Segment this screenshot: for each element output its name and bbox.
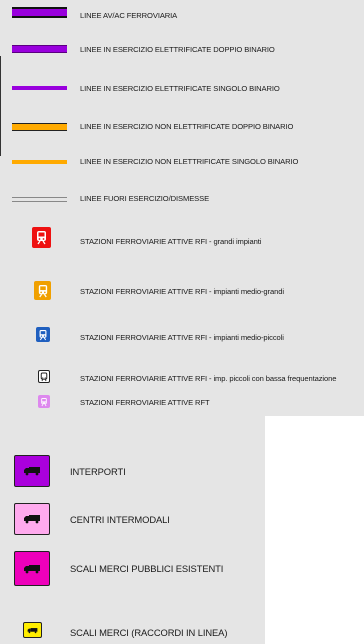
electrified-single-track-symbol — [12, 86, 67, 90]
legend-label-station-large: STAZIONI FERROVIARIE ATTIVE RFI - grandi… — [80, 237, 262, 246]
panel-edge-rule — [0, 56, 1, 156]
legend-label-station-rft: STAZIONI FERROVIARIE ATTIVE RFT — [80, 398, 210, 407]
legend-label-electrified-single: LINEE IN ESERCIZIO ELETTRIFICATE SINGOLO… — [80, 84, 280, 93]
legend-label-high-speed: LINEE AV/AC FERROVIARIA — [80, 11, 178, 20]
legend-label-station-medium-large: STAZIONI FERROVIARIE ATTIVE RFI - impian… — [80, 287, 284, 296]
truck-interport-icon — [14, 455, 50, 487]
disused-line-symbol — [12, 197, 67, 202]
legend-lines-stations-panel — [0, 0, 364, 416]
electrified-double-track-symbol — [12, 45, 67, 53]
train-station-large-icon — [32, 227, 51, 248]
non-electrified-double-track-symbol — [12, 123, 67, 131]
train-station-medium-small-icon — [36, 327, 50, 342]
truck-freight-yard-icon — [14, 551, 50, 586]
legend-label-scali-merci-pubblici: SCALI MERCI PUBBLICI ESISTENTI — [70, 563, 224, 574]
truck-siding-icon — [23, 622, 42, 638]
train-station-small-icon — [38, 370, 50, 383]
legend-label-non-electrified-double: LINEE IN ESERCIZIO NON ELETTRIFICATE DOP… — [80, 122, 294, 131]
legend-label-station-small: STAZIONI FERROVIARIE ATTIVE RFI - imp. p… — [80, 374, 337, 383]
high-speed-line-symbol — [12, 7, 67, 18]
non-electrified-single-track-symbol — [12, 160, 67, 164]
truck-intermodal-icon — [14, 503, 50, 535]
legend-label-electrified-double: LINEE IN ESERCIZIO ELETTRIFICATE DOPPIO … — [80, 45, 275, 54]
legend-label-station-medium-small: STAZIONI FERROVIARIE ATTIVE RFI - impian… — [80, 333, 284, 342]
legend-label-disused: LINEE FUORI ESERCIZIO/DISMESSE — [80, 194, 210, 203]
legend-label-centri-intermodali: CENTRI INTERMODALI — [70, 514, 170, 525]
train-station-medium-large-icon — [34, 281, 51, 300]
train-station-rft-icon — [38, 395, 50, 408]
legend-label-scali-merci-raccordi: SCALI MERCI (RACCORDI IN LINEA) — [70, 627, 228, 638]
legend-label-non-electrified-single: LINEE IN ESERCIZIO NON ELETTRIFICATE SIN… — [80, 157, 299, 166]
legend-label-interporti: INTERPORTI — [70, 466, 126, 477]
